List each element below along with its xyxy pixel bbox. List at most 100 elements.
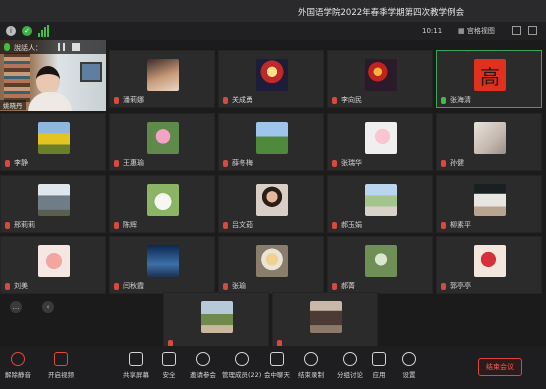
more-icon[interactable]: … [10, 301, 22, 313]
participant-tile[interactable]: 孙健 [436, 113, 542, 171]
mic-muted-icon [223, 159, 228, 167]
toolbar-video-button[interactable]: 开启视频 [48, 352, 74, 379]
participant-name-text: 刘美 [14, 282, 28, 290]
participant-name-text: 李静 [14, 159, 28, 167]
chat-icon [270, 352, 284, 366]
toolbar-members-button[interactable]: 管理成员(22) [222, 352, 261, 379]
members-icon [234, 352, 249, 366]
restore-icon[interactable] [528, 26, 537, 35]
mic-muted-icon [223, 282, 228, 290]
mic-muted-icon [332, 159, 337, 167]
participant-tile[interactable] [163, 292, 269, 350]
participant-name: 张瑞华 [332, 158, 362, 168]
view-mode-label: 宫格视图 [466, 27, 495, 35]
participant-name: 陈辉 [114, 220, 137, 230]
participant-tile[interactable]: 李静 [0, 113, 106, 171]
share-screen-icon [129, 352, 143, 366]
mic-muted-icon [332, 221, 337, 229]
participant-tile[interactable]: 刘美 [0, 236, 106, 294]
participant-name-text: 潘莉娜 [123, 96, 144, 104]
participant-tile[interactable]: 王惠瑜 [109, 113, 215, 171]
participant-avatar [474, 245, 506, 277]
participant-name: 吕文茹 [223, 220, 253, 230]
toolbar-breakout-button[interactable]: 分组讨论 [337, 352, 363, 379]
participant-tile[interactable]: 郝玉娟 [327, 175, 433, 233]
mic-muted-icon [223, 221, 228, 229]
participant-name-text: 邢莉莉 [14, 221, 35, 229]
mic-muted-icon [332, 96, 337, 104]
participant-name-text: 张海清 [450, 96, 471, 104]
toolbar-invite-button[interactable]: 邀请参会 [190, 352, 216, 379]
participant-tile[interactable]: 关成勇 [218, 50, 324, 108]
participant-avatar [365, 245, 397, 277]
mic-muted-icon [114, 96, 119, 104]
mic-active-icon [4, 43, 10, 51]
participant-tile[interactable]: 柳素平 [436, 175, 542, 233]
end-meeting-button[interactable]: 结束会议 [478, 358, 522, 376]
participant-name-text: 郝菁 [341, 282, 355, 290]
participant-tile[interactable]: 吕文茹 [218, 175, 324, 233]
stop-icon[interactable] [72, 43, 80, 51]
meeting-timer: 10:11 [422, 27, 443, 35]
toolbar-share-button[interactable]: 共享屏幕 [123, 352, 149, 379]
toolbar-label: 管理成员(22) [222, 371, 262, 379]
mic-muted-icon [114, 221, 119, 229]
participant-name-text: 陈辉 [123, 221, 137, 229]
participant-tile[interactable]: 高张海清 [436, 50, 542, 108]
participant-name-text: 张瑞华 [341, 159, 362, 167]
toolbar-label: 共享屏幕 [123, 371, 149, 379]
toolbar-security-button[interactable]: 安全 [162, 352, 176, 379]
toolbar-unmute-button[interactable]: 解除静音 [5, 352, 31, 379]
info-icon[interactable]: i [6, 26, 16, 36]
participant-tile[interactable]: 薛冬梅 [218, 113, 324, 171]
participant-name: 潘莉娜 [114, 95, 144, 105]
participant-tile[interactable]: 闫秋霞 [109, 236, 215, 294]
participant-name: 郭亭亭 [441, 281, 471, 291]
toolbar-chat-button[interactable]: 会中聊天 [264, 352, 290, 379]
mic-icon [11, 352, 25, 366]
participant-name: 张海清 [441, 95, 471, 105]
toolbar-settings-button[interactable]: 设置 [402, 352, 416, 379]
participant-avatar [310, 301, 342, 333]
toolbar-label: 分组讨论 [337, 371, 363, 379]
participant-name: 李静 [5, 158, 28, 168]
mic-muted-icon [114, 159, 119, 167]
participant-name: 张瑜 [223, 281, 246, 291]
shield-icon[interactable]: ✓ [22, 26, 32, 36]
speaker-face [36, 66, 60, 94]
mic-muted-icon [441, 282, 446, 290]
participant-tile[interactable]: 李向民 [327, 50, 433, 108]
participant-name-text: 吕文茹 [232, 221, 253, 229]
participant-tile[interactable] [272, 292, 378, 350]
camera-icon [54, 352, 68, 366]
breakout-icon [343, 352, 357, 366]
toolbar-apps-button[interactable]: 应用 [372, 352, 386, 379]
participant-tile[interactable]: 张瑜 [218, 236, 324, 294]
toolbar-label: 设置 [402, 371, 416, 379]
participant-avatar [256, 184, 288, 216]
toolbar-label: 结束录制 [298, 371, 324, 379]
participant-avatar [38, 245, 70, 277]
fullscreen-icon[interactable] [512, 26, 521, 35]
participant-avatar [147, 245, 179, 277]
participant-tile[interactable]: 张瑞华 [327, 113, 433, 171]
signal-icon[interactable] [38, 25, 50, 37]
participant-name: 薛冬梅 [223, 158, 253, 168]
participant-name: 王惠瑜 [114, 158, 144, 168]
participant-tile[interactable]: 陈辉 [109, 175, 215, 233]
participant-name-text: 薛冬梅 [232, 159, 253, 167]
toolbar-record-button[interactable]: 结束录制 [298, 352, 324, 379]
participant-tile[interactable]: 邢莉莉 [0, 175, 106, 233]
prev-page-icon[interactable]: ‹ [42, 301, 54, 313]
pause-icon[interactable] [58, 43, 65, 51]
participant-tile[interactable]: 郭亭亭 [436, 236, 542, 294]
participant-tile[interactable]: 郝菁 [327, 236, 433, 294]
toolbar-label: 开启视频 [48, 371, 74, 379]
participant-name-text: 李向民 [341, 96, 362, 104]
participant-tile[interactable]: 潘莉娜 [109, 50, 215, 108]
participant-name: 闫秋霞 [114, 281, 144, 291]
toolbar-label: 应用 [372, 371, 386, 379]
participant-name: 邢莉莉 [5, 220, 35, 230]
view-mode-button[interactable]: ▦ 宫格视图 [458, 26, 495, 36]
mic-muted-icon [5, 282, 10, 290]
